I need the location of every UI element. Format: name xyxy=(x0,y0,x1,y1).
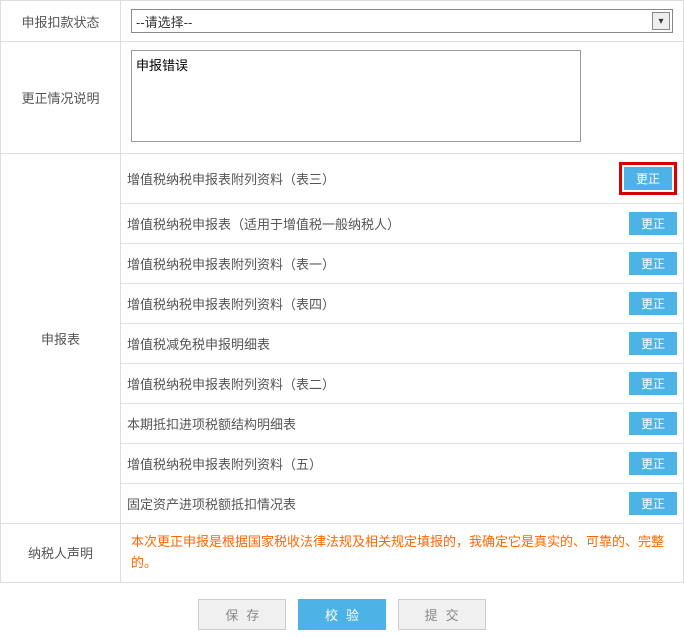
desc-textarea[interactable] xyxy=(131,50,581,142)
correct-button[interactable]: 更正 xyxy=(629,212,677,235)
correct-button[interactable]: 更正 xyxy=(629,292,677,315)
form-name: 增值税纳税申报表附列资料（表一） xyxy=(121,244,603,284)
form-name: 增值税减免税申报明细表 xyxy=(121,324,603,364)
table-row: 本期抵扣进项税额结构明细表 更正 xyxy=(121,404,683,444)
table-row: 增值税纳税申报表附列资料（表三） 更正 xyxy=(121,154,683,204)
table-row: 增值税纳税申报表附列资料（五） 更正 xyxy=(121,444,683,484)
correct-button[interactable]: 更正 xyxy=(629,332,677,355)
highlight-box: 更正 xyxy=(619,162,677,195)
forms-list: 增值税纳税申报表附列资料（表三）更正增值税纳税申报表（适用于增值税一般纳税人）更… xyxy=(121,154,683,523)
form-name: 增值税纳税申报表附列资料（五） xyxy=(121,444,603,484)
table-row: 增值税纳税申报表附列资料（表二） 更正 xyxy=(121,364,683,404)
correct-button[interactable]: 更正 xyxy=(624,167,672,190)
correct-button[interactable]: 更正 xyxy=(629,452,677,475)
forms-label: 申报表 xyxy=(1,154,121,524)
correct-button[interactable]: 更正 xyxy=(629,412,677,435)
correct-button[interactable]: 更正 xyxy=(629,252,677,275)
form-name: 本期抵扣进项税额结构明细表 xyxy=(121,404,603,444)
form-name: 增值税纳税申报表附列资料（表四） xyxy=(121,284,603,324)
table-row: 增值税纳税申报表附列资料（表四） 更正 xyxy=(121,284,683,324)
footer-buttons: 保存 校验 提交 xyxy=(0,583,684,638)
correction-form: 申报扣款状态 --请选择-- ▾ 更正情况说明 申报表 增值税纳税申报表附列资料… xyxy=(0,0,684,583)
table-row: 增值税纳税申报表（适用于增值税一般纳税人） 更正 xyxy=(121,204,683,244)
form-name: 增值税纳税申报表（适用于增值税一般纳税人） xyxy=(121,204,603,244)
correct-button[interactable]: 更正 xyxy=(629,372,677,395)
correct-button[interactable]: 更正 xyxy=(629,492,677,515)
status-placeholder: --请选择-- xyxy=(136,12,192,31)
form-name: 增值税纳税申报表附列资料（表三） xyxy=(121,154,603,204)
status-label: 申报扣款状态 xyxy=(1,1,121,42)
table-row: 固定资产进项税额抵扣情况表 更正 xyxy=(121,484,683,524)
submit-button[interactable]: 提交 xyxy=(398,599,486,630)
form-name: 增值税纳税申报表附列资料（表二） xyxy=(121,364,603,404)
declaration-text: 本次更正申报是根据国家税收法律法规及相关规定填报的，我确定它是真实的、可靠的、完… xyxy=(131,534,664,570)
decl-label: 纳税人声明 xyxy=(1,524,121,583)
table-row: 增值税纳税申报表附列资料（表一） 更正 xyxy=(121,244,683,284)
desc-label: 更正情况说明 xyxy=(1,42,121,154)
status-select[interactable]: --请选择-- ▾ xyxy=(131,9,673,33)
table-row: 增值税减免税申报明细表 更正 xyxy=(121,324,683,364)
save-button[interactable]: 保存 xyxy=(198,599,286,630)
validate-button[interactable]: 校验 xyxy=(298,599,386,630)
chevron-down-icon: ▾ xyxy=(652,12,670,30)
form-name: 固定资产进项税额抵扣情况表 xyxy=(121,484,603,524)
